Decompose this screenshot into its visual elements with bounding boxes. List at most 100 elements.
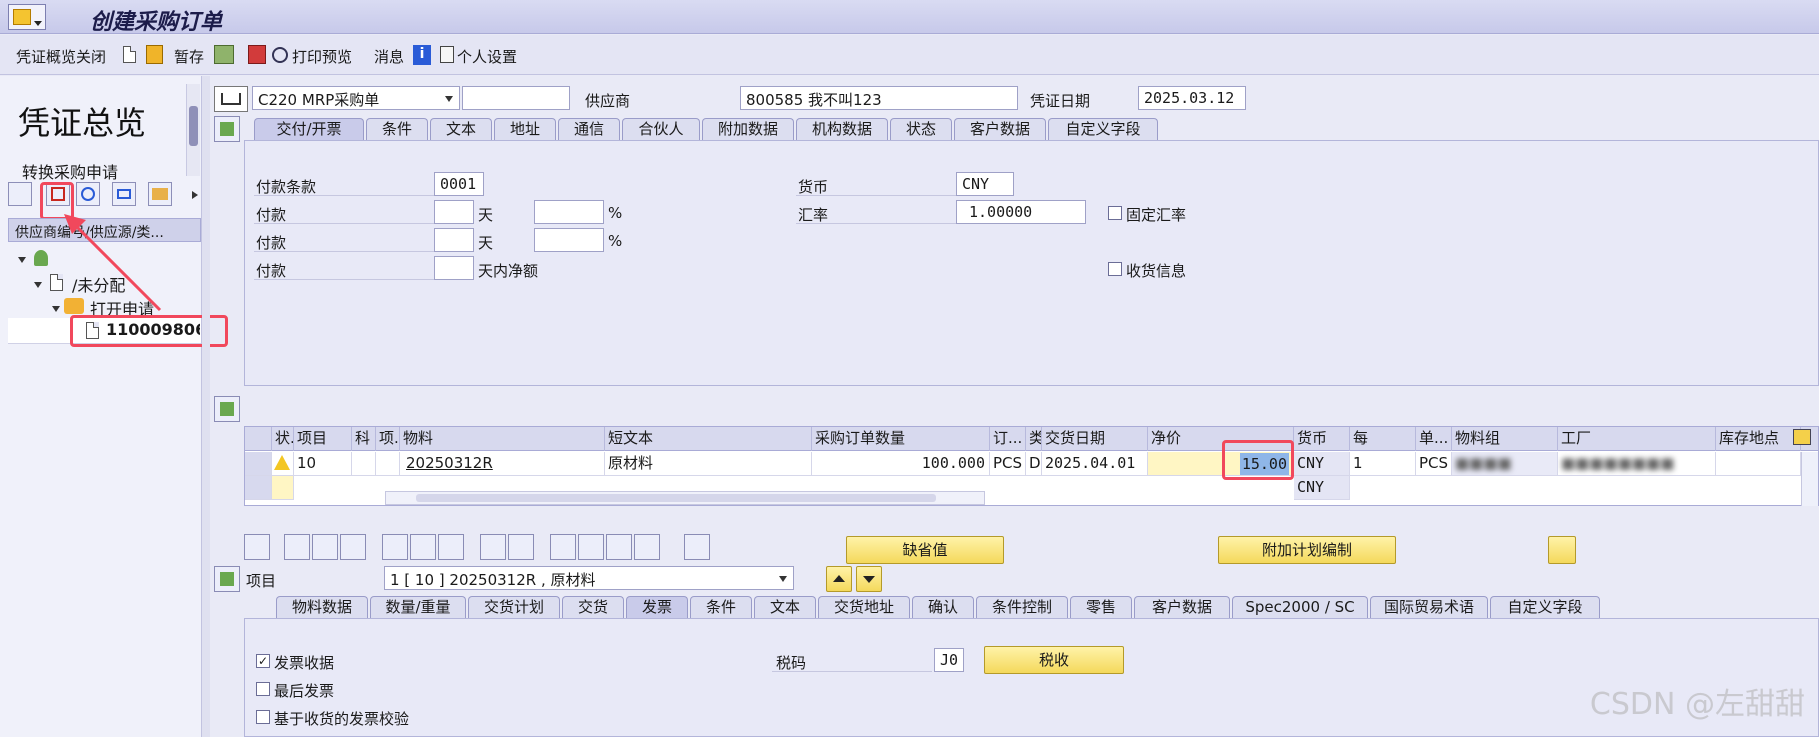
sap-menu-icon[interactable] (8, 4, 46, 30)
col-short-text[interactable]: 短文本 (605, 427, 812, 451)
other-document-icon[interactable] (146, 45, 163, 64)
col-order-unit[interactable]: 订... (990, 427, 1026, 451)
copy-icon[interactable] (480, 534, 506, 560)
tab-item-texts[interactable]: 文本 (754, 596, 816, 618)
item-select[interactable]: 1 [ 10 ] 20250312R , 原材料 (384, 566, 794, 590)
items-hscrollbar[interactable] (385, 491, 985, 505)
col-plant[interactable]: 工厂 (1558, 427, 1716, 451)
selection-variant-icon[interactable] (8, 182, 32, 206)
delete-icon[interactable] (382, 534, 408, 560)
cell-category[interactable]: D (1026, 452, 1042, 476)
pane-splitter[interactable] (202, 76, 210, 737)
final-invoice-checkbox[interactable] (256, 682, 270, 696)
row-selector[interactable] (245, 476, 272, 500)
personal-settings-button[interactable]: 个人设置 (457, 46, 517, 67)
cell-delivery-date[interactable]: 2025.04.01 (1042, 452, 1148, 476)
fixed-rate-checkbox[interactable] (1108, 206, 1122, 220)
tab-delivery[interactable]: 交货 (562, 596, 624, 618)
tab-incoterms[interactable]: 国际贸易术语 (1370, 596, 1488, 618)
export-icon[interactable] (684, 534, 710, 560)
tab-org-data[interactable]: 机构数据 (796, 118, 888, 140)
vendor-field[interactable]: 800585 我不叫123 (740, 86, 1018, 110)
messages-button[interactable]: 消息 (374, 46, 404, 67)
tab-address[interactable]: 地址 (494, 118, 556, 140)
cell-material[interactable]: 20250312R (400, 452, 605, 476)
table-icon[interactable] (508, 534, 534, 560)
gr-based-iv-checkbox[interactable] (256, 710, 270, 724)
tree-expand-icon[interactable] (18, 257, 26, 263)
tab-texts[interactable]: 文本 (430, 118, 492, 140)
items-vscrollbar[interactable] (1801, 452, 1818, 506)
filter-icon[interactable] (606, 534, 632, 560)
sort-descending-icon[interactable] (578, 534, 604, 560)
cell-order-unit[interactable]: PCS (990, 452, 1026, 476)
payment-percent-1-field[interactable] (534, 200, 604, 224)
tab-item-conditions[interactable]: 条件 (690, 596, 752, 618)
col-item-cat[interactable]: 项. (376, 427, 400, 451)
additional-planning-button[interactable]: 附加计划编制 (1218, 536, 1396, 564)
tab-retail[interactable]: 零售 (1070, 596, 1132, 618)
tab-delivery-address[interactable]: 交货地址 (818, 596, 910, 618)
lock-icon[interactable] (410, 534, 436, 560)
cell-quantity[interactable]: 100.000 (812, 452, 990, 476)
tab-delivery-invoice[interactable]: 交付/开票 (254, 118, 364, 140)
exchange-rate-field[interactable]: 1.00000 (956, 200, 1086, 224)
tab-invoice[interactable]: 发票 (626, 596, 688, 618)
refresh-icon[interactable] (76, 182, 100, 206)
find-icon[interactable] (112, 182, 136, 206)
net-days-field[interactable] (434, 256, 474, 280)
select-all-items-icon[interactable] (284, 534, 310, 560)
column-settings-icon[interactable] (1793, 429, 1811, 445)
copy-items-icon[interactable] (340, 534, 366, 560)
cell-currency[interactable]: CNY (1294, 452, 1350, 476)
cell-storage-location[interactable] (1716, 452, 1801, 476)
col-unit[interactable]: 单... (1416, 427, 1452, 451)
previous-item-icon[interactable] (826, 566, 852, 592)
cell-unit[interactable]: PCS (1416, 452, 1452, 476)
hold-button[interactable]: 暂存 (174, 46, 204, 67)
col-currency[interactable]: 货币 (1294, 427, 1350, 451)
payment-days-1-field[interactable] (434, 200, 474, 224)
payment-percent-2-field[interactable] (534, 228, 604, 252)
tab-confirmations[interactable]: 确认 (912, 596, 974, 618)
default-values-button[interactable]: 缺省值 (846, 536, 1004, 564)
close-overview-button[interactable]: 凭证概览关闭 (16, 46, 106, 67)
order-type-extra-field[interactable] (462, 86, 570, 110)
row-selector[interactable] (245, 452, 272, 476)
cell-per[interactable]: 1 (1350, 452, 1416, 476)
col-material-group[interactable]: 物料组 (1452, 427, 1558, 451)
collapse-items-icon[interactable] (214, 396, 240, 422)
col-quantity[interactable]: 采购订单数量 (812, 427, 990, 451)
tab-quantity-weight[interactable]: 数量/重量 (370, 596, 466, 618)
collapse-header-icon[interactable] (214, 116, 240, 142)
tab-custom-fields[interactable]: 自定义字段 (1048, 118, 1158, 140)
tab-delivery-schedule[interactable]: 交货计划 (468, 596, 560, 618)
cell-plant[interactable]: ■■■■■■■■ (1558, 452, 1716, 476)
headset-icon[interactable] (1548, 536, 1576, 564)
unlock-icon[interactable] (438, 534, 464, 560)
tab-status[interactable]: 状态 (890, 118, 952, 140)
more-icon[interactable] (192, 191, 198, 199)
tab-customer-data[interactable]: 客户数据 (954, 118, 1046, 140)
tab-spec2000[interactable]: Spec2000 / SC (1232, 596, 1368, 618)
tab-communication[interactable]: 通信 (558, 118, 620, 140)
gr-message-checkbox[interactable] (1108, 262, 1122, 276)
info-icon[interactable]: i (413, 45, 431, 65)
col-material[interactable]: 物料 (400, 427, 605, 451)
cell-status-empty[interactable] (272, 476, 294, 500)
invoice-receipt-checkbox[interactable]: ✓ (256, 654, 270, 668)
col-per[interactable]: 每 (1350, 427, 1416, 451)
cell-short-text[interactable]: 原材料 (605, 452, 812, 476)
document-date-field[interactable]: 2025.03.12 (1138, 86, 1246, 110)
payment-days-2-field[interactable] (434, 228, 474, 252)
sort-ascending-icon[interactable] (550, 534, 576, 560)
filter-settings-icon[interactable] (634, 534, 660, 560)
tree-expand-icon[interactable] (34, 282, 42, 288)
tab-conditions[interactable]: 条件 (366, 118, 428, 140)
order-type-select[interactable]: C220 MRP采购单 (252, 86, 460, 110)
col-status[interactable]: 状. (272, 427, 294, 451)
tab-partners[interactable]: 合伙人 (622, 118, 700, 140)
deselect-items-icon[interactable] (312, 534, 338, 560)
payment-terms-field[interactable]: 0001 (434, 172, 484, 196)
overview-scrollbar[interactable] (186, 84, 200, 176)
